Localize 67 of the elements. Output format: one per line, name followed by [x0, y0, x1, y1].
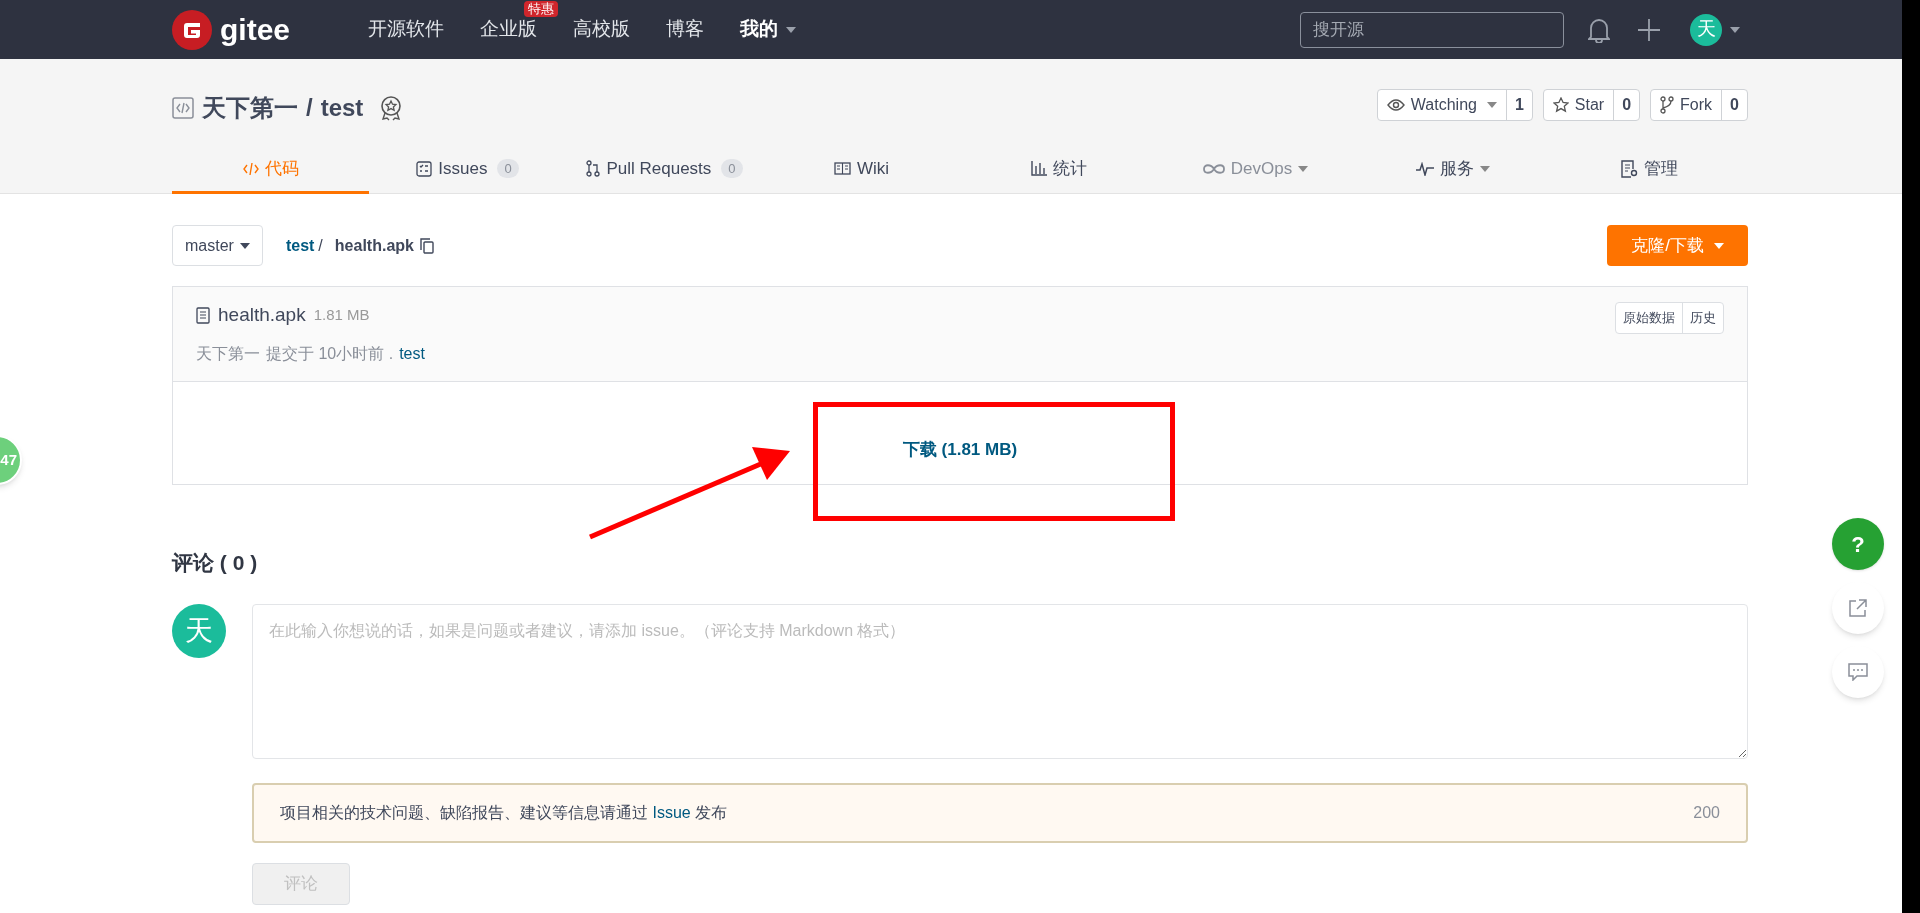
caret-icon — [1730, 26, 1740, 33]
nav-link[interactable]: 开源软件 — [368, 15, 445, 44]
checklist-icon — [416, 160, 433, 177]
repo-tab[interactable]: 服务 — [1354, 146, 1551, 194]
share-icon — [1848, 598, 1868, 618]
chat-icon — [1848, 663, 1868, 681]
breadcrumb-file: health.apk — [334, 235, 414, 256]
search-field[interactable]: 搜开源 — [1300, 11, 1564, 48]
comment-field[interactable]: 在此输入你想说的话，如果是问题或者建议，请添加 issue。（评论支持 Markdown 格式） — [252, 603, 1748, 759]
repo-tab[interactable]: Wiki — [763, 146, 960, 194]
document-gear-icon — [1621, 159, 1638, 178]
branch-dropdown[interactable]: master — [172, 225, 263, 266]
bell-icon[interactable] — [1588, 16, 1610, 43]
caret-icon — [1298, 165, 1309, 172]
caret-icon — [1713, 242, 1724, 249]
caret-icon — [239, 242, 250, 249]
caret-icon — [1479, 165, 1490, 172]
repo-tab[interactable]: 管理 — [1551, 146, 1748, 194]
eye-icon — [1386, 99, 1405, 111]
pull-request-icon — [586, 160, 601, 177]
file-icon — [196, 306, 210, 324]
caret-icon — [786, 26, 797, 33]
action-count[interactable]: 1 — [1505, 90, 1532, 120]
nav-link[interactable]: 博客 — [666, 15, 705, 44]
plus-icon[interactable] — [1638, 18, 1660, 41]
breadcrumb-repo[interactable]: test — [285, 233, 315, 258]
fork-icon — [1660, 96, 1675, 114]
history-button[interactable]: 历史 — [1682, 303, 1723, 333]
watch-button[interactable]: Watching — [1377, 90, 1506, 120]
promo-badge: 特惠 — [524, 1, 559, 18]
file-size: 1.81 MB — [313, 305, 370, 325]
raw-button[interactable]: 原始数据 — [1616, 303, 1682, 333]
fork-button[interactable]: Fork — [1651, 90, 1722, 120]
issue-link[interactable]: Issue — [652, 803, 691, 821]
repo-tab[interactable]: Pull Requests 0 — [566, 146, 763, 194]
download-link[interactable]: 下载 (1.81 MB) — [902, 436, 1018, 462]
action-count[interactable]: 0 — [1721, 90, 1747, 120]
char-limit: 200 — [1693, 802, 1720, 823]
commit-link[interactable]: test — [399, 341, 425, 366]
bar-chart-icon — [1030, 161, 1047, 176]
breadcrumb-separator: / — [318, 235, 323, 256]
user-avatar: 天 — [172, 603, 226, 658]
star-button[interactable]: Star — [1543, 90, 1614, 120]
action-count[interactable]: 0 — [1613, 90, 1640, 120]
repo-owner[interactable]: 天下第一 — [202, 90, 298, 126]
notice-text: 项目相关的技术问题、缺陷报告、建议等信息请通过 Issue 发布 — [280, 802, 728, 823]
caret-icon — [1486, 102, 1497, 108]
repo-name[interactable]: test — [320, 90, 364, 126]
commit-info: 提交于 10小时前 . — [266, 343, 394, 364]
logo-icon — [172, 9, 212, 50]
logo-text[interactable]: gitee — [220, 7, 291, 52]
nav-link[interactable]: 高校版 — [573, 15, 631, 44]
copy-icon[interactable] — [419, 237, 434, 254]
infinity-icon — [1202, 162, 1225, 175]
repo-tab[interactable]: 统计 — [960, 146, 1157, 194]
file-name: health.apk — [218, 303, 306, 327]
nav-link[interactable]: 我的 — [740, 15, 797, 44]
code-icon — [242, 161, 259, 176]
star-icon — [1552, 97, 1569, 113]
repo-tab[interactable]: Issues 0 — [369, 146, 566, 194]
nav-link[interactable]: 企业版 — [480, 15, 538, 44]
book-icon — [833, 162, 851, 175]
path-separator: / — [306, 93, 313, 123]
pulse-icon — [1415, 161, 1434, 176]
comments-heading: 评论 ( 0 ) — [172, 550, 259, 576]
award-icon[interactable] — [379, 95, 404, 121]
code-repo-icon — [172, 97, 194, 119]
